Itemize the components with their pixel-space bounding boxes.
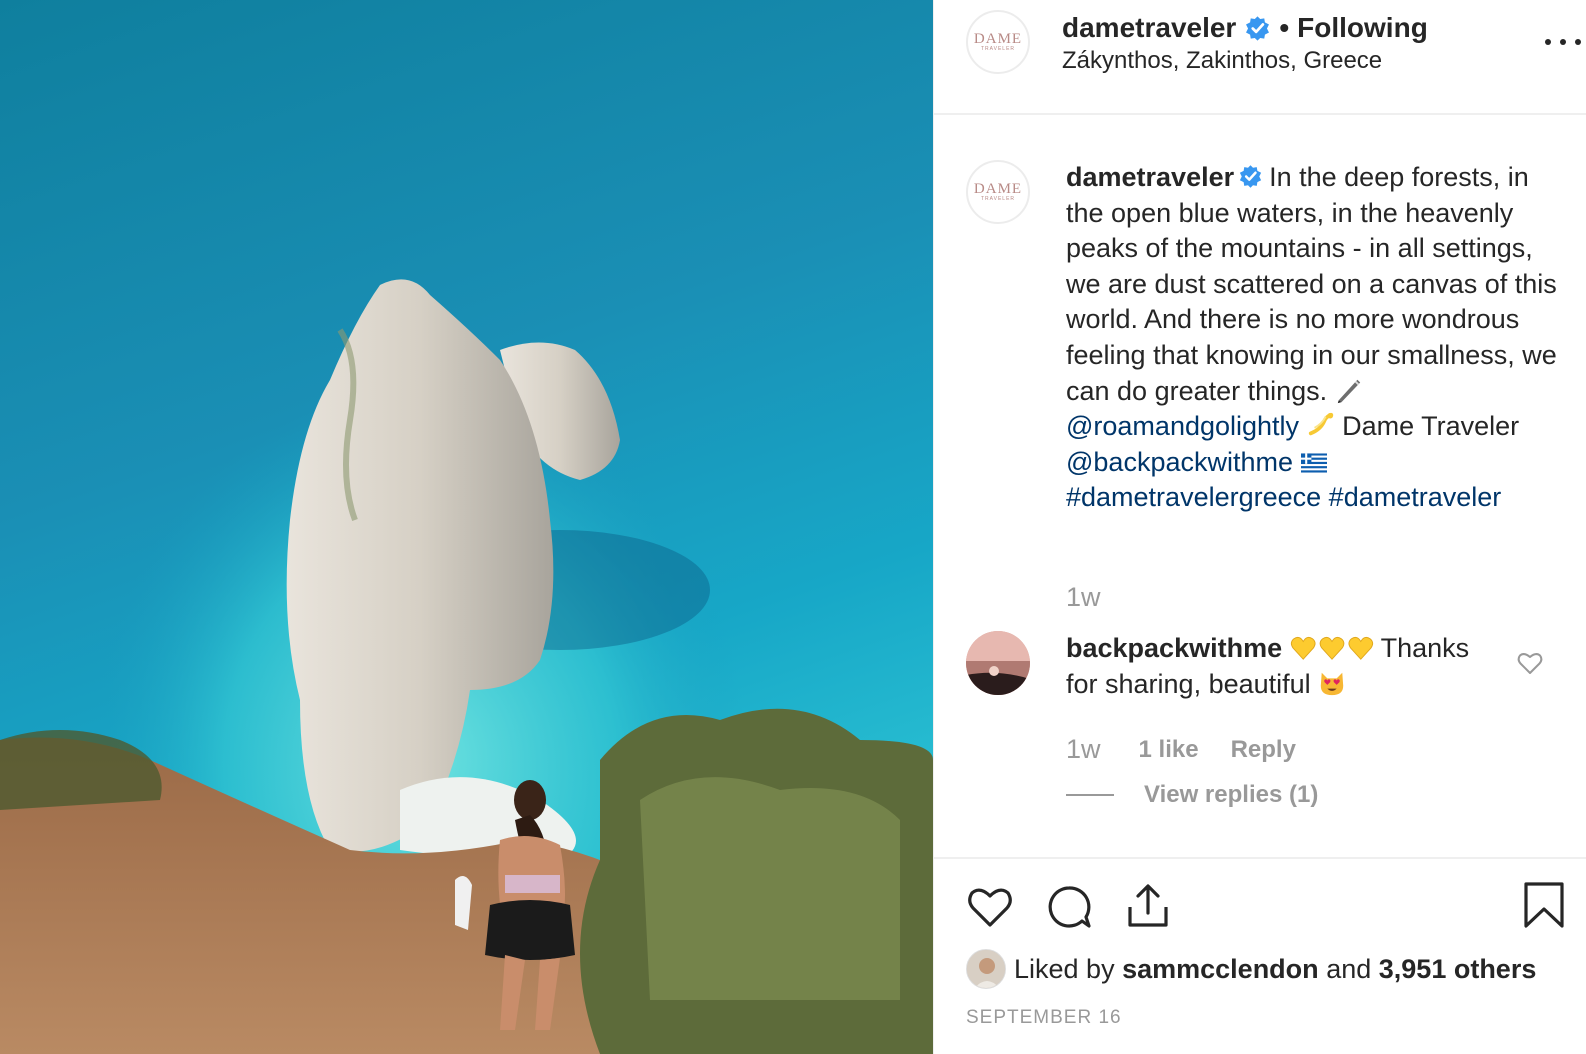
post-caption: dametraveler In the deep forests, in the … (1066, 160, 1566, 516)
commenter-avatar[interactable] (966, 631, 1030, 695)
logo-subtext: TRAVELER (980, 45, 1016, 52)
share-icon[interactable] (1124, 881, 1172, 929)
hashtag-dametraveler[interactable]: #dametraveler (1329, 482, 1502, 512)
verified-badge-icon (1246, 15, 1270, 41)
post-side-panel: DAME TRAVELER dametraveler • Following Z… (933, 0, 1586, 1054)
liked-by-row: Liked by sammcclendon and 3,951 others (966, 949, 1536, 989)
commenter-avatar-image (966, 631, 1030, 695)
author-avatar[interactable]: DAME TRAVELER (966, 10, 1030, 74)
view-replies-button[interactable]: View replies (1) (1066, 781, 1318, 809)
comment: backpackwithme Thanks for sharing, beaut… (1066, 631, 1496, 702)
following-button[interactable]: Following (1297, 12, 1428, 44)
liked-by-label: Liked by (1014, 953, 1115, 984)
liker-avatar-image (967, 950, 1005, 988)
dot (1575, 39, 1581, 45)
others-count[interactable]: 3,951 others (1379, 954, 1537, 985)
comment-icon[interactable] (1045, 883, 1093, 931)
liked-by-username[interactable]: sammcclendon (1122, 954, 1319, 985)
comment-like-heart-icon[interactable] (1517, 650, 1543, 676)
verified-badge-icon (1239, 165, 1262, 188)
credit-text: Dame Traveler (1342, 411, 1520, 442)
caption-username[interactable]: dametraveler (1066, 162, 1234, 192)
mention-backpackwithme[interactable]: @backpackwithme (1066, 447, 1293, 477)
heart-icon[interactable] (966, 883, 1014, 931)
logo-text: DAME (973, 30, 1023, 47)
post-location[interactable]: Zákynthos, Zakinthos, Greece (1062, 47, 1382, 75)
comment-likes-count[interactable]: 1 like (1139, 736, 1199, 764)
heart-eyes-cat-emoji (1320, 672, 1344, 695)
yellow-heart-emoji (1290, 636, 1373, 660)
caption-timestamp[interactable]: 1w (1066, 582, 1101, 613)
and-label: and (1326, 953, 1372, 984)
comment-meta: 1w 1 like Reply (1066, 734, 1296, 765)
more-options-icon[interactable] (1545, 30, 1581, 54)
dot (1545, 39, 1551, 45)
mention-roamandgolightly[interactable]: @roamandgolightly (1066, 411, 1299, 441)
pen-emoji (1337, 379, 1360, 403)
comment-username[interactable]: backpackwithme (1066, 633, 1282, 663)
hashtag-dametravelergreece[interactable]: #dametravelergreece (1066, 482, 1321, 512)
liker-avatar[interactable] (966, 949, 1006, 989)
greece-flag-emoji (1300, 453, 1327, 473)
post-header: DAME TRAVELER dametraveler • Following Z… (934, 0, 1586, 115)
zakynthos-cliff-image (0, 0, 933, 1054)
caption-text: In the deep forests, in the open blue wa… (1066, 162, 1557, 406)
dizzy-emoji (1308, 413, 1333, 436)
author-username[interactable]: dametraveler (1062, 12, 1236, 44)
logo-text: DAME (973, 180, 1023, 197)
dot (1560, 39, 1566, 45)
bookmark-icon[interactable] (1520, 881, 1568, 929)
header-user-row: dametraveler • Following (1062, 12, 1428, 44)
post-photo[interactable] (0, 0, 933, 1054)
caption-author-avatar[interactable]: DAME TRAVELER (966, 160, 1030, 224)
comment-timestamp[interactable]: 1w (1066, 734, 1101, 765)
view-replies-label: View replies (1) (1144, 781, 1319, 808)
post-date[interactable]: SEPTEMBER 16 (966, 1007, 1122, 1029)
logo-subtext: TRAVELER (980, 195, 1016, 202)
header-separator: • (1279, 12, 1290, 43)
reply-button[interactable]: Reply (1231, 736, 1296, 764)
replies-divider-line (1066, 794, 1114, 796)
post-actions: Liked by sammcclendon and 3,951 others S… (934, 857, 1586, 1054)
